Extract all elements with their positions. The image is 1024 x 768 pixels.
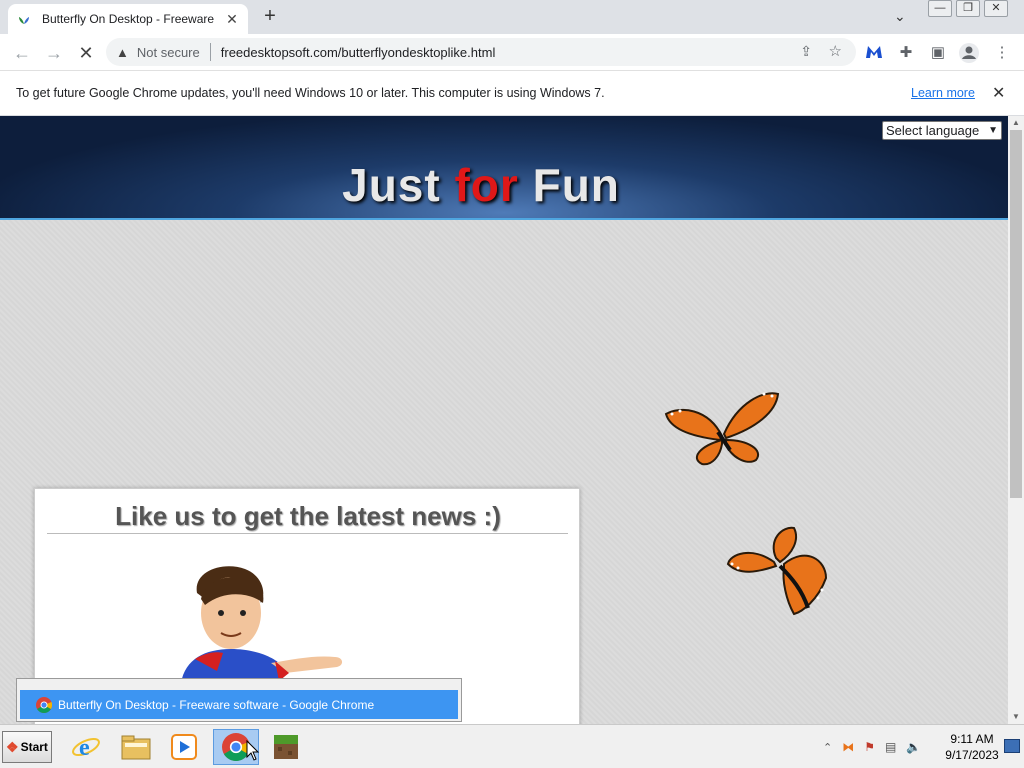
show-hidden-icons-chevron-icon[interactable]: ⌃ [823,741,832,754]
butterfly-icon [726,526,828,616]
tab-active[interactable]: Butterfly On Desktop - Freeware ✕ [8,4,248,34]
show-desktop-button[interactable] [1004,739,1020,753]
tab-title: Butterfly On Desktop - Freeware [42,12,215,26]
taskbar-preview-item[interactable]: Butterfly On Desktop - Freeware software… [20,690,458,719]
volume-icon[interactable]: 🔈 [906,740,921,754]
system-clock[interactable]: 9:11 AM 9/17/2023 [940,731,1004,763]
taskbar-media-player[interactable] [164,729,204,765]
windows-taskbar: ❖ Start e ⌃ ⧓ ⚑ ▤ 🔈 9:11 AM 9/17/2023 [0,724,1024,768]
site-logo: Just for Fun [0,158,962,212]
web-page: Just for Fun Select language ▼ Like us t… [0,116,1008,724]
grass-block-icon [274,735,298,759]
scroll-thumb[interactable] [1010,130,1022,498]
action-center-flag-icon[interactable]: ⚑ [864,740,875,754]
site-banner: Just for Fun Select language ▼ [0,116,1008,220]
media-player-icon [171,734,197,760]
profile-avatar-icon[interactable] [958,42,980,64]
chevron-down-icon: ▼ [988,125,998,136]
folder-icon [121,735,151,760]
logo-word-for: for [454,159,519,211]
security-status[interactable]: Not secure [137,45,200,60]
language-select[interactable]: Select language ▼ [882,121,1002,140]
tab-search-chevron-icon[interactable]: ⌄ [894,8,906,25]
taskbar-file-explorer[interactable] [116,729,156,765]
scroll-up-icon[interactable]: ▲ [1008,116,1024,130]
taskbar-internet-explorer[interactable]: e [66,729,106,765]
clock-date: 9/17/2023 [945,748,999,762]
infobar-message: To get future Google Chrome updates, you… [16,86,605,100]
taskbar-minecraft[interactable] [266,729,306,765]
mouse-cursor-icon [246,740,260,761]
network-icon[interactable]: ▤ [885,740,896,754]
logo-word-just: Just [342,159,441,211]
svg-text:e: e [79,735,90,761]
superhero-mascot-icon [181,566,343,683]
address-bar[interactable]: ▲ Not secure freedesktopsoft.com/butterf… [106,38,856,66]
browser-toolbar: ← → ✕ ▲ Not secure freedesktopsoft.com/b… [0,34,1024,71]
butterfly-tray-icon[interactable]: ⧓ [842,740,854,754]
stop-loading-icon[interactable]: ✕ [76,43,96,64]
update-infobar: To get future Google Chrome updates, you… [0,71,1024,116]
taskbar-preview-tooltip[interactable]: Butterfly On Desktop - Freeware software… [16,678,462,722]
address-divider [209,43,211,61]
language-select-value: Select language [886,123,980,138]
start-label: Start [20,740,48,754]
scroll-down-icon[interactable]: ▼ [1008,710,1024,724]
new-tab-button[interactable]: + [258,6,282,28]
window-controls: — ❐ ✕ [928,0,1012,17]
side-panel-icon[interactable]: ▣ [928,43,948,61]
extensions-puzzle-icon[interactable]: ✚ [896,43,916,61]
card-heading: Like us to get the latest news :) [115,501,501,531]
forward-arrow-icon[interactable]: → [44,43,64,64]
page-scrollbar[interactable]: ▲ ▼ [1008,116,1024,724]
bookmark-star-icon[interactable]: ☆ [829,42,842,60]
windows-flag-icon: ❖ [6,738,19,755]
internet-explorer-icon: e [72,735,100,761]
learn-more-link[interactable]: Learn more [911,86,975,100]
card-divider [47,533,568,534]
tab-close-icon[interactable]: ✕ [224,11,240,28]
clock-time: 9:11 AM [950,732,994,746]
menu-kebab-icon[interactable]: ⋮ [992,43,1012,61]
warning-triangle-icon[interactable]: ▲ [116,45,129,60]
share-icon[interactable]: ⇪ [800,43,812,60]
chrome-icon [36,696,52,713]
close-window-icon[interactable]: ✕ [984,0,1008,17]
malwarebytes-extension-icon[interactable] [864,44,884,60]
site-favicon-icon [19,17,29,24]
restore-icon[interactable]: ❐ [956,0,980,17]
start-button[interactable]: ❖ Start [2,731,52,763]
taskbar-preview-label: Butterfly On Desktop - Freeware software… [58,697,375,712]
back-arrow-icon[interactable]: ← [12,43,32,64]
tab-strip: Butterfly On Desktop - Freeware ✕ + ⌄ — … [0,0,1024,34]
infobar-close-icon[interactable]: ✕ [992,83,1005,103]
butterfly-icon [664,392,780,466]
system-tray: ⌃ ⧓ ⚑ ▤ 🔈 [818,729,926,765]
logo-word-fun: Fun [532,159,620,211]
url-text[interactable]: freedesktopsoft.com/butterflyondesktopli… [221,45,496,60]
minimize-icon[interactable]: — [928,0,952,17]
